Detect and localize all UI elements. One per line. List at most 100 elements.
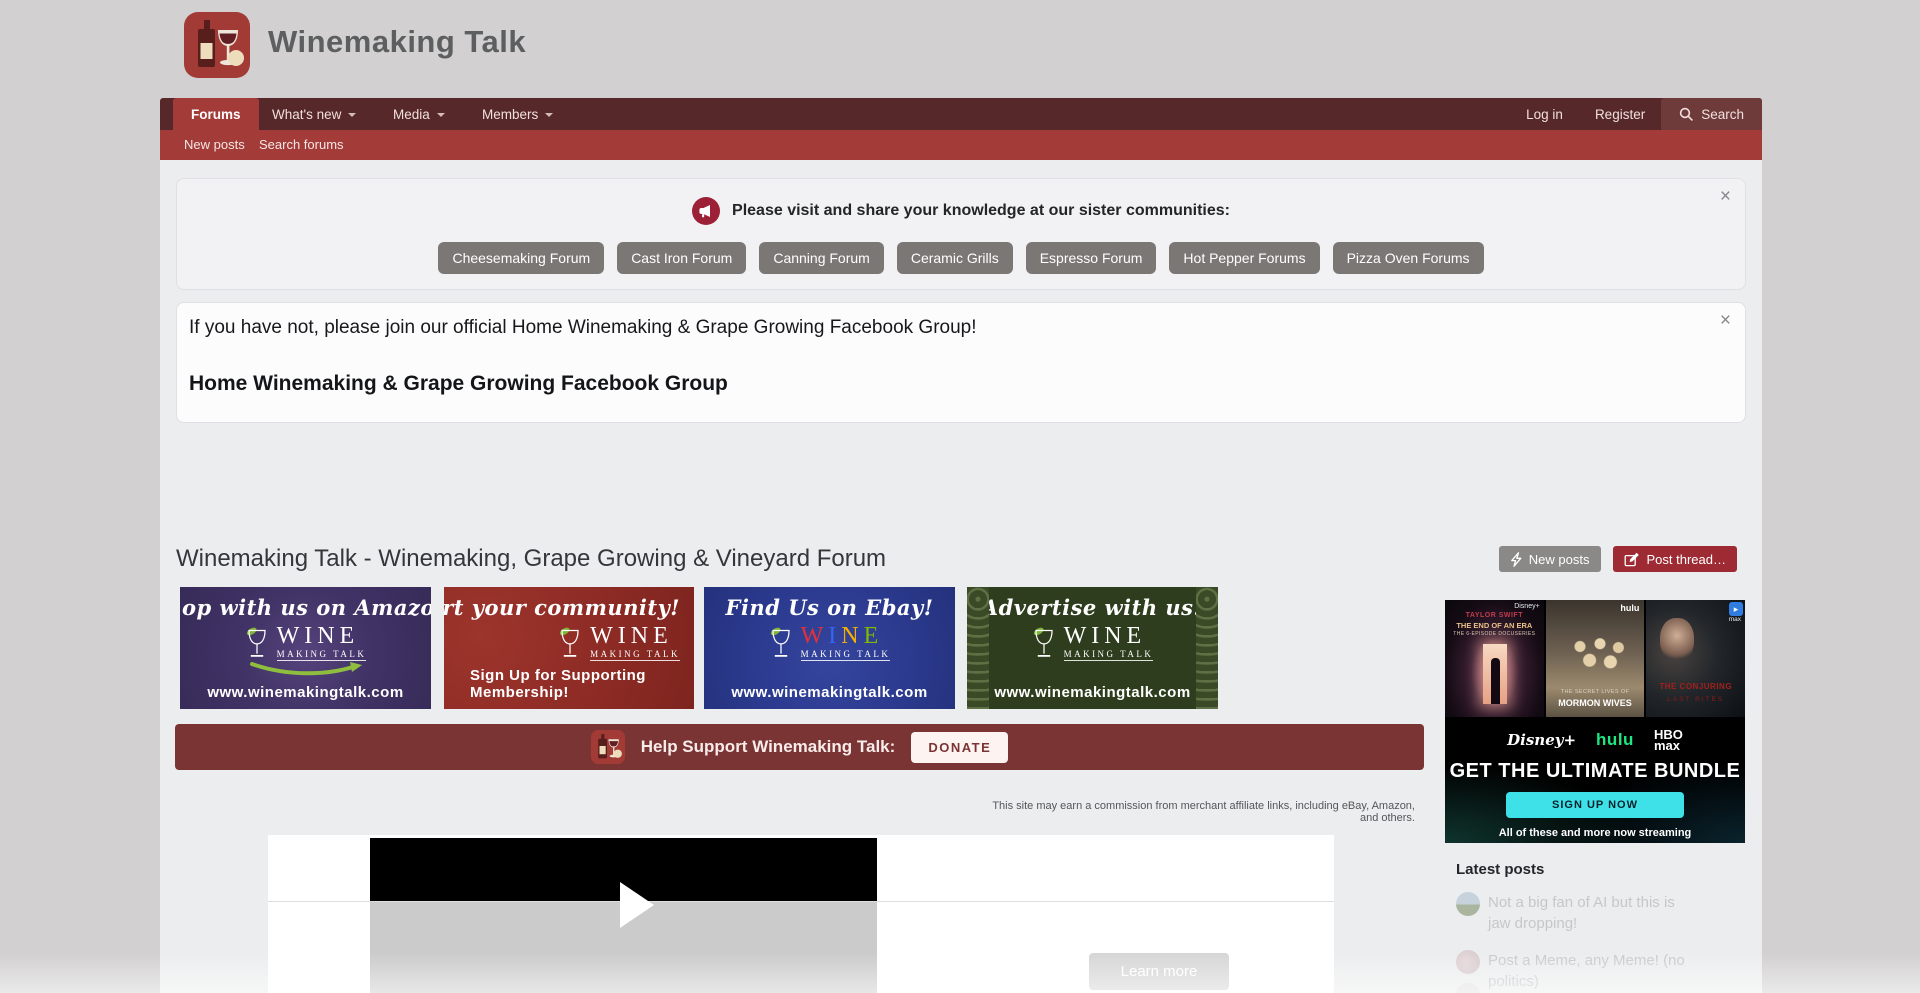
search-icon [1679, 107, 1694, 122]
wine-glass-icon [1032, 627, 1056, 659]
sister-communities-notice: × Please visit and share your knowledge … [176, 178, 1746, 290]
banner-brand-sub: MAKING TALK [801, 649, 891, 661]
banner-membership[interactable]: Support your community! WINE MAKING TALK… [444, 587, 694, 709]
banner-headline: Advertise with us! [982, 595, 1203, 620]
poster-text: MORMON WIVES [1546, 698, 1645, 708]
facebook-group-link[interactable]: Home Winemaking & Grape Growing Facebook… [189, 372, 728, 396]
banner-brand-wine: WINE [277, 624, 367, 648]
banner-ebay[interactable]: Find Us on Ebay! WINE MAKING TALK www.wi… [704, 587, 955, 709]
donate-label: Help Support Winemaking Talk: [641, 737, 896, 757]
new-posts-button[interactable]: New posts [1499, 546, 1601, 572]
poster-text: LAST RITES [1646, 696, 1745, 703]
search-forums-link[interactable]: Search forums [259, 137, 344, 152]
close-icon[interactable]: × [1720, 311, 1731, 330]
banner-url: www.winemakingtalk.com [207, 684, 403, 701]
learn-more-button[interactable]: Learn more [1089, 953, 1229, 990]
lightning-icon [1510, 552, 1522, 567]
tab-whats-new[interactable]: What's new [272, 98, 356, 130]
ad-poster-conjuring: max THE CONJURING LAST RITES [1646, 600, 1745, 717]
facebook-notice-text: If you have not, please join our officia… [189, 317, 1733, 339]
register-link[interactable]: Register [1595, 107, 1645, 122]
wine-glass-icon [769, 627, 793, 659]
facebook-group-notice: × If you have not, please join our offic… [176, 302, 1746, 423]
ebay-letter: N [841, 623, 863, 649]
cast-iron-forum-button[interactable]: Cast Iron Forum [617, 242, 746, 274]
site-title: Winemaking Talk [268, 24, 526, 60]
streaming-bundle-ad[interactable]: Disney+ TAYLOR SWIFT THE END OF AN ERA T… [1445, 600, 1745, 843]
hot-pepper-forums-button[interactable]: Hot Pepper Forums [1169, 242, 1319, 274]
tab-members[interactable]: Members [482, 98, 553, 130]
announcement-badge [692, 197, 720, 225]
banner-brand-sub: MAKING TALK [1064, 649, 1154, 661]
close-icon[interactable]: × [1720, 187, 1731, 206]
avatar[interactable] [1456, 983, 1480, 993]
banner-headline: Find Us on Ebay! [726, 595, 934, 620]
tab-members-label: Members [482, 107, 538, 122]
post-title-link[interactable]: Not a big fan of AI but this is jaw drop… [1488, 892, 1696, 935]
post-thread-button-label: Post thread… [1647, 552, 1727, 567]
poster-artwork [1660, 618, 1694, 662]
cheesemaking-forum-button[interactable]: Cheesemaking Forum [438, 242, 604, 274]
search-label: Search [1701, 107, 1744, 122]
disney-plus-logo: Disney+ [1507, 731, 1576, 749]
ad-bottom-panel: Disney+ hulu HBO max GET THE ULTIMATE BU… [1445, 717, 1745, 843]
page: Winemaking Talk Forums What's new Media … [0, 0, 1920, 993]
ebay-letter: E [864, 623, 884, 649]
play-icon[interactable] [620, 882, 654, 928]
chevron-down-icon [348, 113, 356, 117]
main-navbar: Forums What's new Media Members Log in R… [160, 98, 1762, 130]
pizza-oven-forums-button[interactable]: Pizza Oven Forums [1333, 242, 1484, 274]
poster-text: THE SECRET LIVES OF [1546, 689, 1645, 695]
chevron-down-icon [437, 113, 445, 117]
hbo-logo-line: max [1654, 738, 1680, 753]
banner-brand-wine-ebay: WINE [801, 624, 891, 648]
ebay-letter: W [801, 623, 829, 649]
chevron-down-icon [545, 113, 553, 117]
tab-forums[interactable]: Forums [173, 98, 259, 130]
banner-brand-sub: MAKING TALK [590, 649, 680, 661]
video-ad-card: Learn more [268, 835, 1334, 993]
affiliate-disclaimer: This site may earn a commission from mer… [975, 800, 1415, 824]
site-logo-icon[interactable] [184, 12, 250, 78]
espresso-forum-button[interactable]: Espresso Forum [1026, 242, 1157, 274]
search-button[interactable]: Search [1661, 98, 1762, 130]
poster-text: THE END OF AN ERA [1445, 621, 1544, 630]
banner-url: www.winemakingtalk.com [731, 684, 927, 701]
poster-text: THE CONJURING [1646, 682, 1745, 691]
banner-headline: Shop with us on Amazon! [180, 595, 431, 620]
poster-artwork [1556, 630, 1636, 685]
ceramic-grills-button[interactable]: Ceramic Grills [897, 242, 1013, 274]
page-title: Winemaking Talk - Winemaking, Grape Grow… [176, 545, 886, 573]
ad-headline: GET THE ULTIMATE BUNDLE [1445, 760, 1745, 783]
ad-tagline: All of these and more now streaming [1445, 827, 1745, 839]
ad-poster-mormon-wives: hulu THE SECRET LIVES OF MORMON WIVES [1546, 600, 1645, 717]
poster-artwork [1491, 658, 1500, 704]
hulu-logo: hulu [1596, 730, 1634, 750]
login-link[interactable]: Log in [1526, 107, 1563, 122]
sign-up-now-button[interactable]: SIGN UP NOW [1506, 792, 1684, 818]
banner-headline: Support your community! [444, 595, 680, 620]
new-posts-link[interactable]: New posts [184, 137, 245, 152]
banner-amazon[interactable]: Shop with us on Amazon! WINE MAKING TALK… [180, 587, 431, 709]
banner-advertise[interactable]: Advertise with us! WINE MAKING TALK www.… [967, 587, 1218, 709]
list-item[interactable]: Post a Meme, any Meme! (no politics) [1456, 950, 1718, 993]
list-item[interactable] [1456, 983, 1480, 993]
tab-media[interactable]: Media [393, 98, 445, 130]
canning-forum-button[interactable]: Canning Forum [759, 242, 884, 274]
donate-button[interactable]: DONATE [911, 732, 1008, 763]
list-item[interactable]: Not a big fan of AI but this is jaw drop… [1456, 892, 1696, 935]
ad-poster-taylor-swift: Disney+ TAYLOR SWIFT THE END OF AN ERA T… [1445, 600, 1544, 717]
tab-media-label: Media [393, 107, 430, 122]
adchoices-icon[interactable]: ▸ [1729, 602, 1743, 616]
avatar[interactable] [1456, 950, 1480, 974]
post-thread-button[interactable]: Post thread… [1613, 546, 1738, 572]
donate-bar: Help Support Winemaking Talk: DONATE [175, 724, 1424, 770]
banner-url: www.winemakingtalk.com [994, 684, 1190, 701]
post-title-link[interactable]: Post a Meme, any Meme! (no politics) [1488, 950, 1718, 993]
new-posts-button-label: New posts [1529, 552, 1590, 567]
banner-brand-wine: WINE [590, 624, 680, 648]
avatar[interactable] [1456, 892, 1480, 916]
hulu-logo: hulu [1620, 603, 1639, 613]
hbo-max-logo: HBO max [1654, 729, 1683, 751]
site-logo-icon [591, 730, 625, 764]
